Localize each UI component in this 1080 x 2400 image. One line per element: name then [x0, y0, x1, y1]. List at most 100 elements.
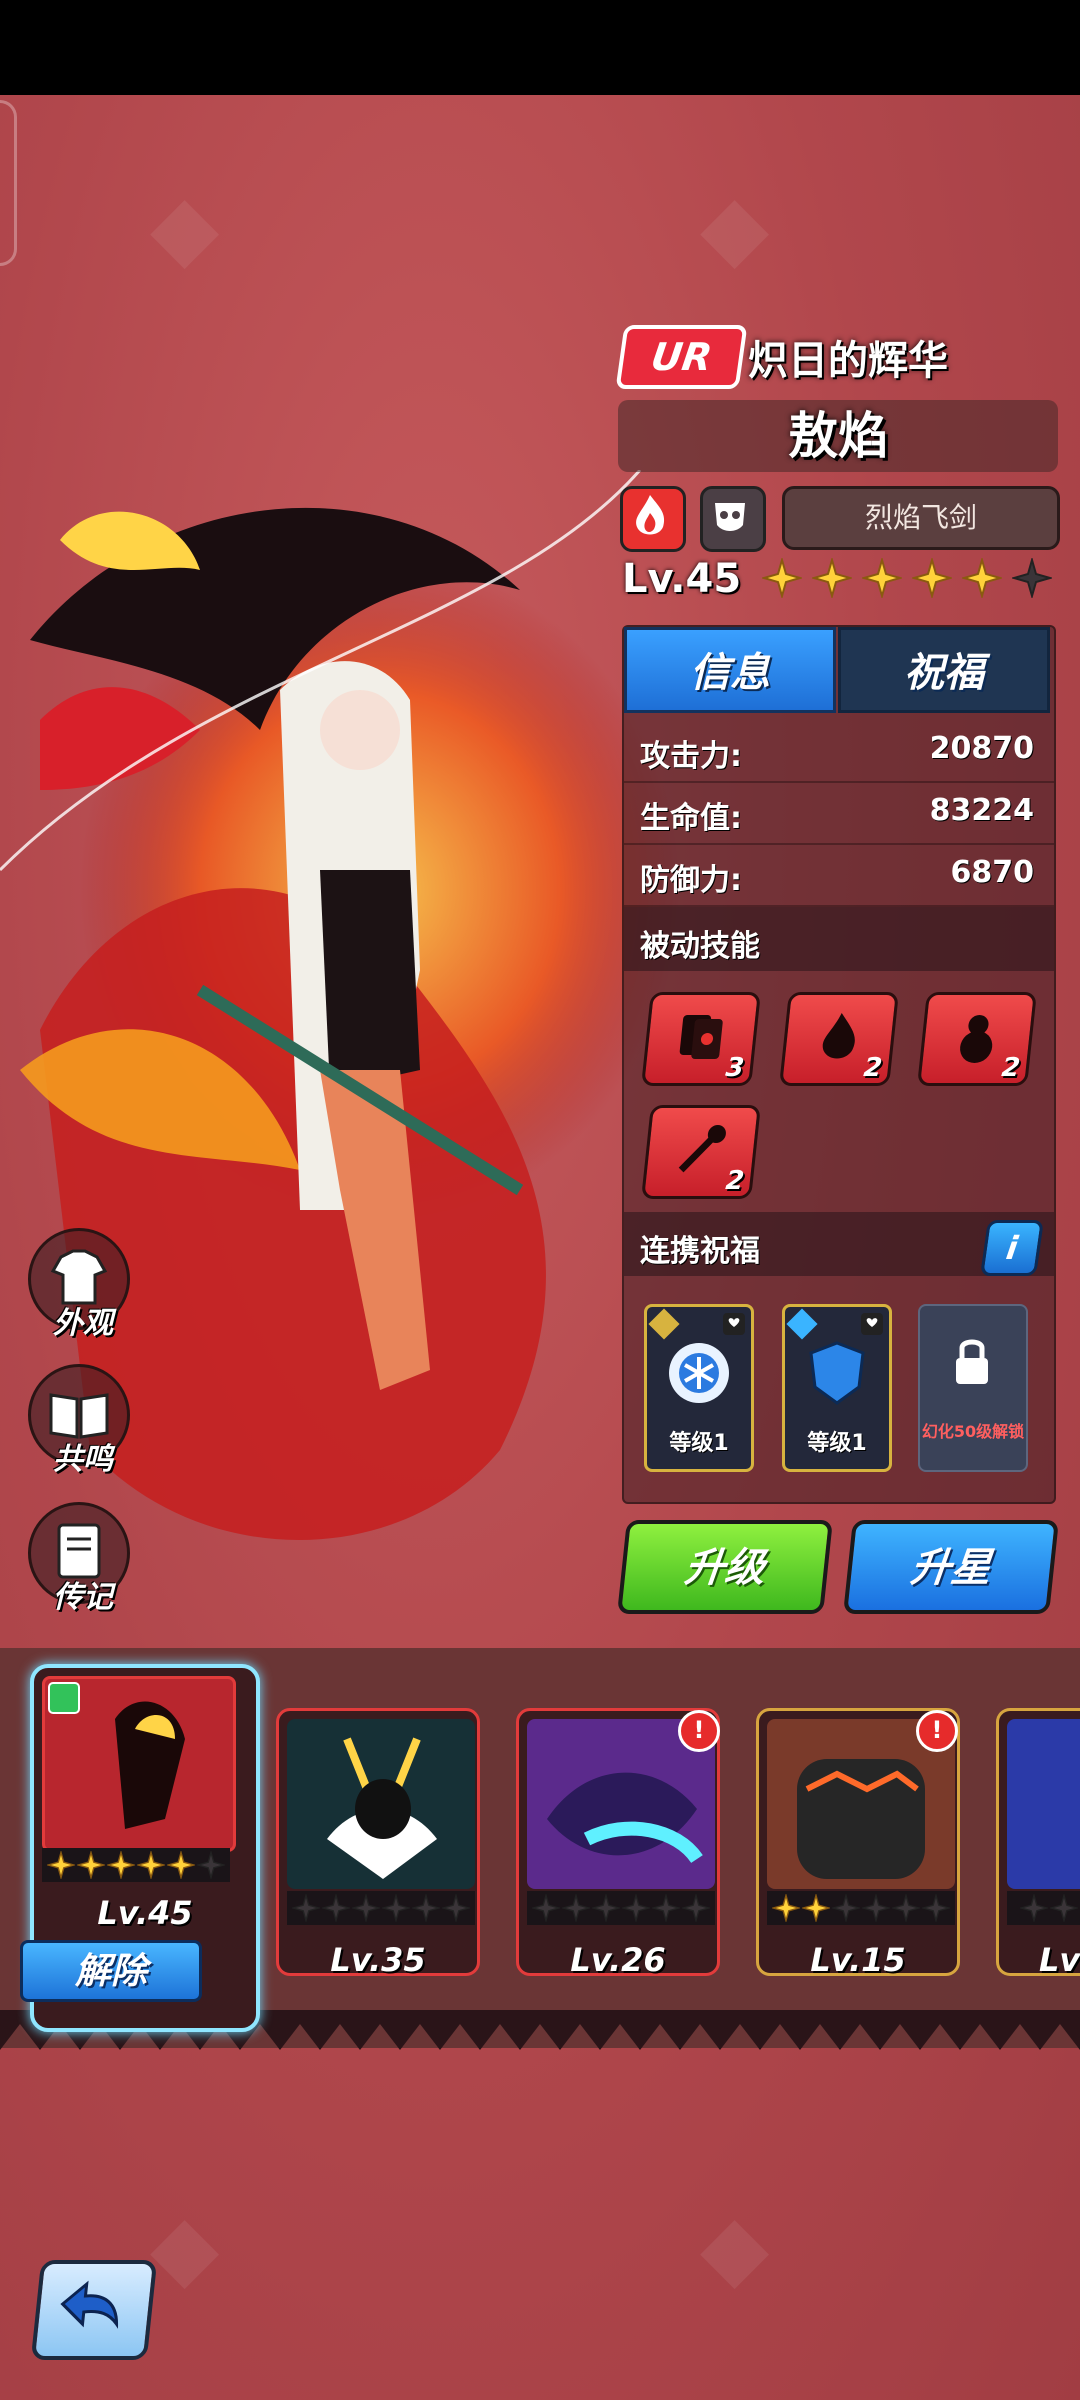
side-bracket — [0, 100, 17, 266]
deer-portrait — [287, 1719, 475, 1889]
star-filled-icon — [77, 1851, 105, 1879]
star-filled-icon — [812, 558, 852, 598]
tab-blessing[interactable]: 祝福 — [838, 627, 1050, 713]
hero-level: Lv.45 — [622, 556, 742, 602]
star-empty-icon — [1012, 558, 1052, 598]
star-filled-icon — [167, 1851, 195, 1879]
link-blessing-header: 连携祝福 i — [624, 1212, 1054, 1276]
stat-row-hp: 生命值: 83224 — [624, 781, 1054, 845]
staff-skill-icon — [678, 1125, 726, 1173]
passive-skill-fire[interactable]: 2 — [779, 992, 899, 1086]
roster-card[interactable]: Lv.35 — [276, 1708, 480, 1979]
fire-skill-icon — [822, 1013, 855, 1059]
stat-row-attack: 攻击力: 20870 — [624, 719, 1054, 783]
star-empty-icon — [1050, 1894, 1078, 1922]
blessing-card[interactable]: 等级1 — [644, 1304, 754, 1472]
blessing-info-button[interactable]: i — [980, 1220, 1044, 1276]
card-stars — [287, 1891, 475, 1925]
card-stars — [1007, 1891, 1080, 1925]
unequip-button[interactable]: 解除 — [20, 1940, 202, 2002]
card-stars — [42, 1848, 230, 1882]
gourd-skill-icon — [960, 1015, 993, 1063]
blessing-level: 等级1 — [807, 1431, 867, 1456]
star-up-button[interactable]: 升星 — [843, 1520, 1059, 1614]
blue-dragon-portrait — [1007, 1719, 1080, 1889]
passive-skill-card[interactable]: 3 — [641, 992, 761, 1086]
star-empty-icon — [442, 1894, 470, 1922]
star-empty-icon — [922, 1894, 950, 1922]
upgrade-button[interactable]: 升级 — [617, 1520, 833, 1614]
biography-button[interactable]: 传记 — [28, 1502, 130, 1615]
back-button[interactable] — [30, 2260, 158, 2360]
star-filled-icon — [912, 558, 952, 598]
info-panel: 信息 祝福 攻击力: 20870 生命值: 83224 防御力: 6870 被动… — [622, 625, 1056, 1504]
star-empty-icon — [892, 1894, 920, 1922]
star-empty-icon — [292, 1894, 320, 1922]
star-filled-icon — [962, 558, 1002, 598]
snowflake-orb-icon — [648, 1308, 745, 1403]
star-empty-icon — [562, 1894, 590, 1922]
alert-badge: ! — [916, 1710, 958, 1752]
stat-label: 生命值: — [640, 801, 742, 836]
hero-name: 敖焰 — [788, 407, 888, 465]
star-empty-icon — [862, 1894, 890, 1922]
star-empty-icon — [622, 1894, 650, 1922]
appearance-button[interactable]: 外观 — [28, 1228, 130, 1341]
back-arrow-icon — [60, 2280, 119, 2329]
star-empty-icon — [592, 1894, 620, 1922]
star-empty-icon — [832, 1894, 860, 1922]
card-level: Lv.45 — [97, 1894, 193, 1932]
stat-row-defense: 防御力: 6870 — [624, 843, 1054, 907]
card-stars — [527, 1891, 715, 1925]
star-empty-icon — [532, 1894, 560, 1922]
star-filled-icon — [772, 1894, 800, 1922]
alert-badge: ! — [678, 1710, 720, 1752]
stat-label: 攻击力: — [640, 739, 742, 774]
name-plate: 敖焰 — [618, 400, 1058, 472]
blessing-card-locked[interactable]: 幻化50级解锁 — [918, 1304, 1028, 1472]
star-filled-icon — [762, 558, 802, 598]
star-empty-icon — [1020, 1894, 1048, 1922]
stat-value: 6870 — [950, 855, 1035, 890]
passive-skills-header: 被动技能 — [624, 907, 1054, 971]
status-bar — [0, 0, 1080, 95]
star-filled-icon — [47, 1851, 75, 1879]
dragon-portrait — [42, 1676, 236, 1852]
star-filled-icon — [802, 1894, 830, 1922]
tab-info[interactable]: 信息 — [624, 627, 836, 713]
side-button-label: 传记 — [53, 1580, 113, 1615]
star-filled-icon — [107, 1851, 135, 1879]
star-filled-icon — [137, 1851, 165, 1879]
passive-skill-gourd[interactable]: 2 — [917, 992, 1037, 1086]
side-button-label: 共鸣 — [53, 1442, 113, 1477]
unlock-requirement: 幻化50级解锁 — [921, 1422, 1025, 1441]
star-empty-icon — [652, 1894, 680, 1922]
card-skill-icon — [679, 1015, 723, 1059]
card-level: Lv.35 — [330, 1941, 426, 1979]
mask-class-icon[interactable] — [700, 486, 766, 552]
star-empty-icon — [352, 1894, 380, 1922]
star-empty-icon — [382, 1894, 410, 1922]
passive-skill-staff[interactable]: 2 — [641, 1105, 761, 1199]
side-button-label: 外观 — [53, 1306, 113, 1341]
skill-count: 2 — [862, 1053, 884, 1083]
lock-icon — [956, 1339, 988, 1384]
blessing-card[interactable]: 等级1 — [782, 1304, 892, 1472]
resonance-button[interactable]: 共鸣 — [28, 1364, 130, 1477]
card-level: Lv.15 — [810, 1941, 906, 1979]
fire-element-icon[interactable] — [620, 486, 686, 552]
blue-shield-icon — [786, 1308, 883, 1405]
stat-label: 防御力: — [640, 863, 742, 898]
section-title: 被动技能 — [640, 929, 760, 964]
hero-epithet: 炽日的辉华 — [748, 338, 948, 384]
rarity-badge: UR — [615, 325, 748, 389]
card-stars — [767, 1891, 955, 1925]
skill-count: 2 — [724, 1166, 746, 1196]
roster-card[interactable]: Lv — [996, 1708, 1080, 1976]
stat-value: 83224 — [929, 793, 1034, 828]
weapon-tag[interactable]: 烈焰飞剑 — [782, 486, 1060, 550]
blessing-level: 等级1 — [669, 1431, 729, 1456]
card-level: Lv.26 — [570, 1941, 666, 1979]
skill-count: 3 — [724, 1053, 746, 1083]
star-empty-icon — [322, 1894, 350, 1922]
